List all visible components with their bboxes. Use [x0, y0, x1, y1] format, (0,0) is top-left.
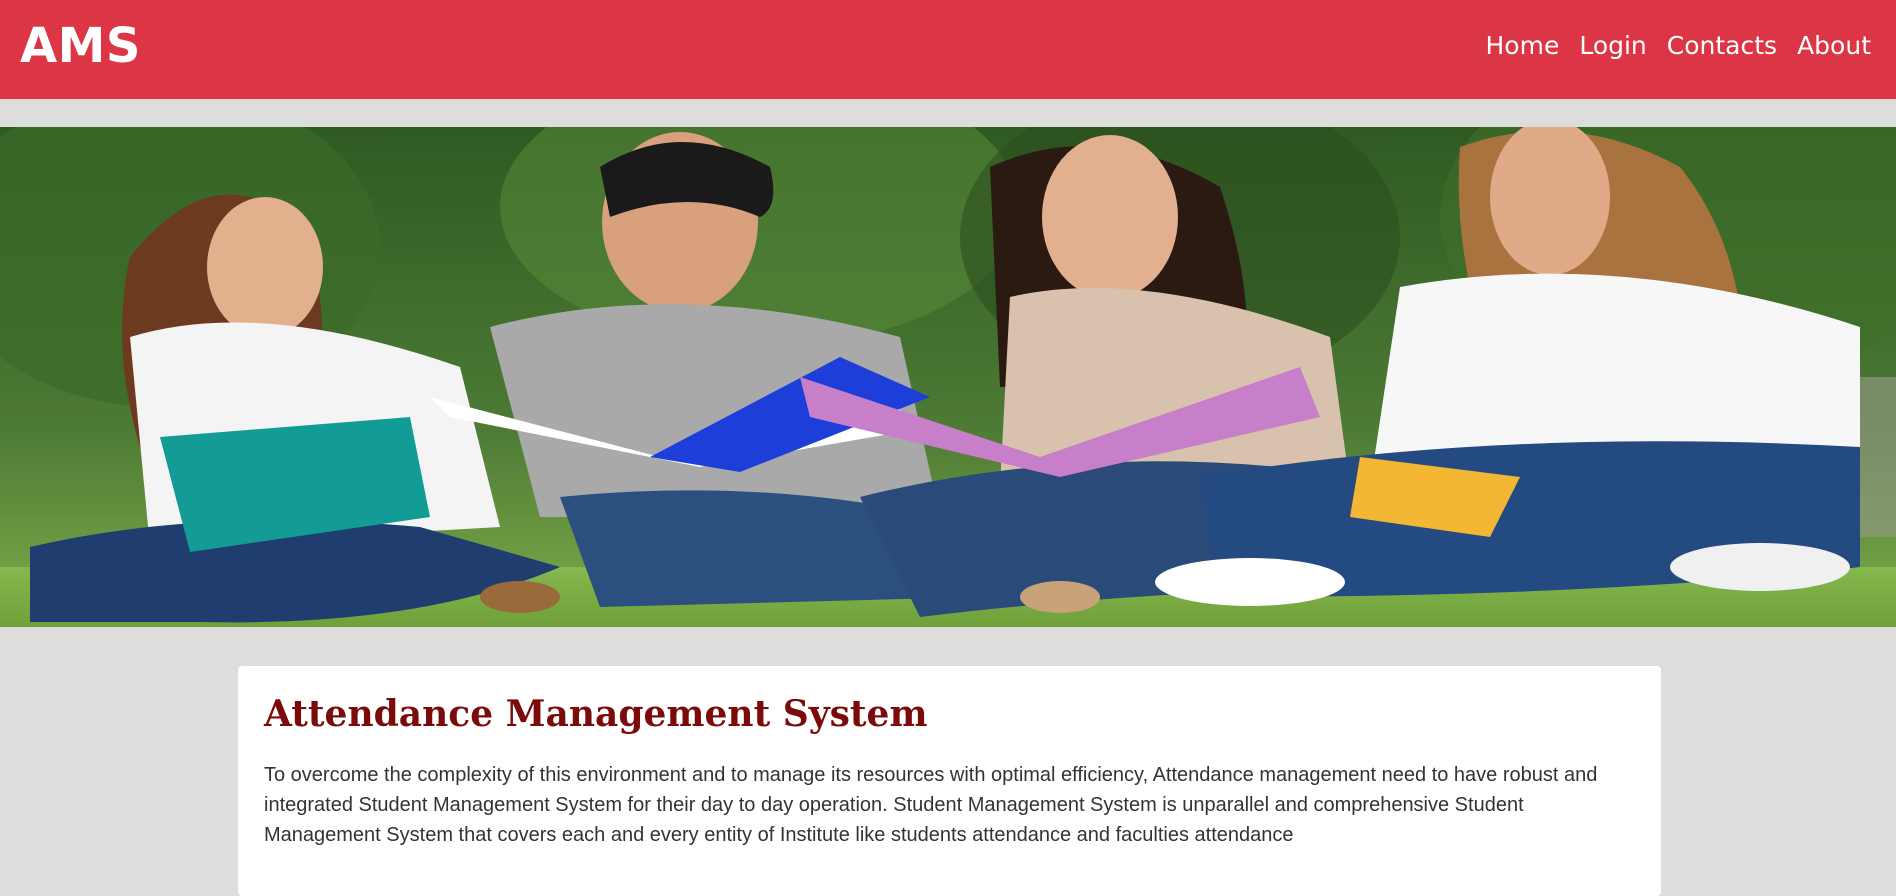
- hero-banner-image: [0, 127, 1896, 627]
- nav-link-home[interactable]: Home: [1486, 28, 1560, 64]
- top-navbar: AMS Home Login Contacts About: [0, 0, 1896, 99]
- nav-link-contacts[interactable]: Contacts: [1667, 28, 1777, 64]
- nav-link-about[interactable]: About: [1797, 28, 1871, 64]
- students-photo: [0, 127, 1896, 627]
- nav-link-login[interactable]: Login: [1579, 28, 1646, 64]
- brand-logo[interactable]: AMS: [20, 16, 141, 76]
- nav-menu: Home Login Contacts About: [1486, 28, 1872, 64]
- intro-paragraph: To overcome the complexity of this envir…: [264, 764, 1598, 846]
- page-title: Attendance Management System: [264, 693, 928, 735]
- intro-card: Attendance Management System To overcome…: [238, 666, 1661, 896]
